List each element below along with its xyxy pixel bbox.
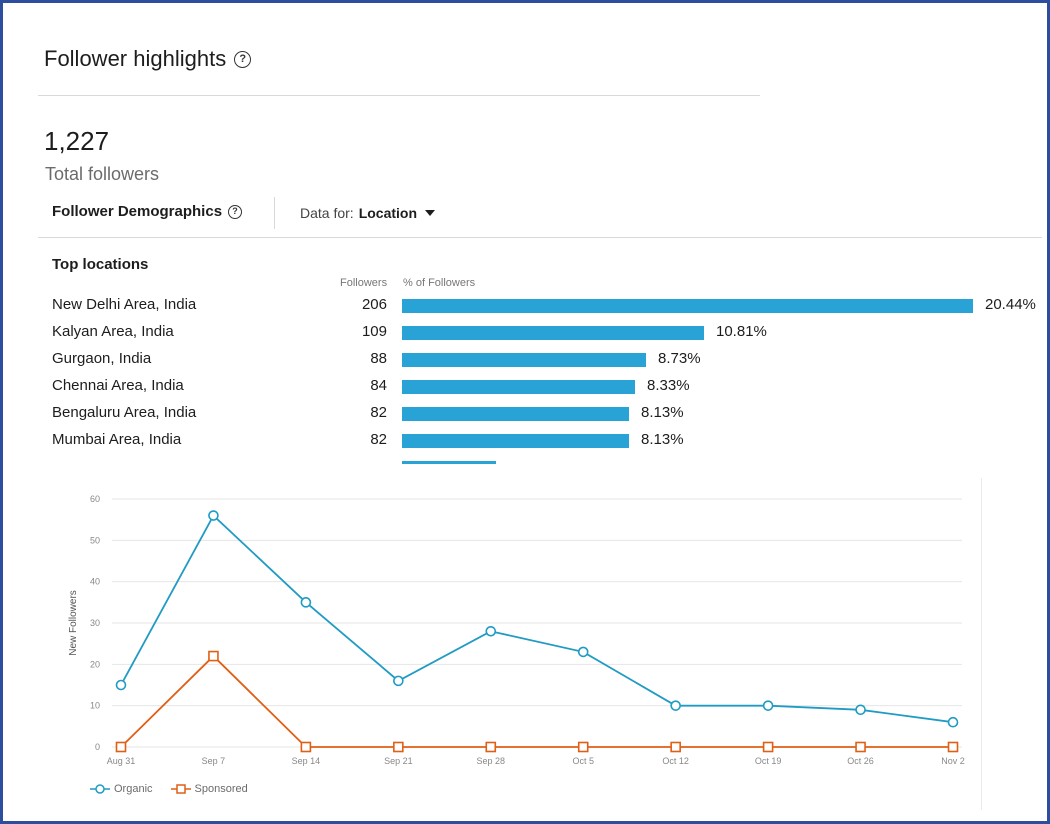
organic-data-point bbox=[577, 646, 589, 658]
organic-marker-icon bbox=[90, 784, 110, 794]
sponsored-data-point bbox=[485, 741, 497, 753]
x-tick-label: Oct 5 bbox=[572, 756, 594, 766]
organic-data-point bbox=[393, 675, 404, 687]
y-tick-label: 10 bbox=[90, 701, 100, 711]
data-for-label: Data for: bbox=[300, 205, 354, 221]
location-follower-count: 84 bbox=[370, 377, 387, 394]
legend-item-sponsored[interactable]: Sponsored bbox=[170, 783, 248, 795]
location-name: Gurgaon, India bbox=[52, 350, 152, 367]
location-percent-label: 8.33% bbox=[647, 377, 690, 394]
column-header-followers: Followers bbox=[340, 277, 388, 289]
data-for-dropdown[interactable]: Data for: Location bbox=[300, 205, 436, 221]
organic-series-line bbox=[120, 514, 954, 724]
location-percent-label: 8.13% bbox=[641, 431, 684, 448]
location-row: Mumbai Area, India 82 8.13% bbox=[0, 431, 1050, 451]
location-row: Gurgaon, India 88 8.73% bbox=[0, 350, 1050, 370]
location-follower-count: 82 bbox=[370, 431, 387, 448]
data-for-selected-value[interactable]: Location bbox=[359, 205, 417, 221]
x-tick-label: Aug 31 bbox=[107, 756, 136, 766]
location-name: Bengaluru Area, India bbox=[52, 404, 197, 421]
organic-data-point bbox=[485, 625, 497, 637]
location-percent-label: 8.13% bbox=[641, 404, 684, 421]
location-name: New Delhi Area, India bbox=[52, 296, 197, 313]
sponsored-data-point bbox=[208, 650, 219, 662]
location-follower-count: 206 bbox=[361, 296, 387, 313]
x-tick-label: Sep 28 bbox=[477, 756, 506, 766]
location-name: Mumbai Area, India bbox=[52, 431, 182, 448]
help-circle-icon[interactable]: ? bbox=[234, 50, 252, 68]
organic-data-point bbox=[855, 704, 866, 716]
organic-data-point bbox=[947, 716, 959, 728]
sponsored-data-point bbox=[947, 741, 959, 753]
location-percent-label: 10.81% bbox=[716, 323, 767, 340]
help-circle-icon[interactable]: ? bbox=[228, 204, 243, 219]
chart-legend: Organic Sponsored bbox=[90, 783, 248, 795]
total-followers-label: Total followers bbox=[45, 164, 160, 184]
divider bbox=[38, 237, 1042, 238]
location-percent-label: 20.44% bbox=[985, 296, 1036, 313]
location-name: Kalyan Area, India bbox=[52, 323, 174, 340]
sponsored-series-line bbox=[120, 654, 953, 748]
y-tick-label: 40 bbox=[90, 577, 100, 587]
x-tick-label: Sep 7 bbox=[202, 756, 226, 766]
location-follower-count: 109 bbox=[361, 323, 387, 340]
sponsored-marker-icon bbox=[170, 784, 191, 794]
y-tick-label: 30 bbox=[90, 618, 100, 628]
organic-data-point bbox=[670, 700, 681, 711]
line-chart-svg: 0 10 20 30 40 50 60 New Followers Aug 31 Sep 7 Sep… bbox=[68, 494, 965, 766]
sponsored-data-point bbox=[577, 741, 589, 753]
location-row: New Delhi Area, India 206 20.44% bbox=[0, 296, 1050, 316]
legend-label-organic: Organic bbox=[114, 783, 153, 795]
column-header-percent: % of Followers bbox=[403, 277, 476, 289]
location-percent-bar bbox=[402, 434, 629, 448]
sponsored-data-point bbox=[762, 741, 774, 753]
location-percent-bar bbox=[402, 299, 973, 313]
y-tick-label: 50 bbox=[90, 535, 100, 545]
new-followers-chart: 0 10 20 30 40 50 60 New Followers Aug 31 Sep 7 Sep… bbox=[62, 478, 982, 810]
location-row: Kalyan Area, India 109 10.81% bbox=[0, 323, 1050, 343]
sponsored-data-point bbox=[670, 741, 681, 753]
demographics-heading: Follower Demographics ? bbox=[52, 203, 243, 220]
x-tick-label: Sep 21 bbox=[384, 756, 413, 766]
organic-data-point bbox=[208, 510, 219, 521]
top-locations-title: Top locations bbox=[52, 256, 149, 273]
x-tick-label: Oct 12 bbox=[662, 756, 689, 766]
organic-data-point bbox=[300, 597, 312, 608]
organic-data-point bbox=[762, 700, 774, 711]
section-header: Follower highlights ? bbox=[44, 46, 252, 72]
x-tick-label: Nov 2 bbox=[941, 756, 965, 766]
legend-label-sponsored: Sponsored bbox=[194, 783, 248, 795]
y-tick-label: 0 bbox=[95, 742, 100, 752]
demographics-title: Follower Demographics bbox=[52, 203, 223, 220]
x-tick-label: Oct 19 bbox=[755, 756, 782, 766]
y-tick-label: 60 bbox=[90, 494, 100, 504]
location-name: Chennai Area, India bbox=[52, 377, 184, 394]
legend-item-organic[interactable]: Organic bbox=[90, 783, 153, 795]
location-follower-count: 88 bbox=[370, 350, 387, 367]
total-followers-value: 1,227 bbox=[44, 126, 110, 156]
sponsored-data-point bbox=[855, 741, 866, 753]
location-row: Chennai Area, India 84 8.33% bbox=[0, 377, 1050, 397]
sponsored-data-point bbox=[393, 741, 404, 753]
location-bar-partial bbox=[402, 461, 496, 464]
location-percent-bar bbox=[402, 407, 629, 421]
location-follower-count: 82 bbox=[370, 404, 387, 421]
organic-data-point bbox=[115, 679, 127, 691]
divider bbox=[38, 95, 760, 96]
x-tick-label: Oct 26 bbox=[847, 756, 874, 766]
y-tick-label: 20 bbox=[90, 659, 100, 669]
sponsored-data-point bbox=[300, 741, 312, 753]
page-title: Follower highlights bbox=[44, 46, 227, 71]
location-row: Bengaluru Area, India 82 8.13% bbox=[0, 404, 1050, 424]
divider bbox=[274, 197, 275, 229]
sponsored-data-point bbox=[115, 741, 127, 753]
location-percent-bar bbox=[402, 380, 635, 394]
x-tick-label: Sep 14 bbox=[292, 756, 321, 766]
location-percent-label: 8.73% bbox=[658, 350, 701, 367]
caret-down-icon[interactable] bbox=[425, 210, 436, 216]
location-percent-bar bbox=[402, 326, 704, 340]
location-percent-bar bbox=[402, 353, 646, 367]
y-axis-label: New Followers bbox=[68, 590, 79, 656]
